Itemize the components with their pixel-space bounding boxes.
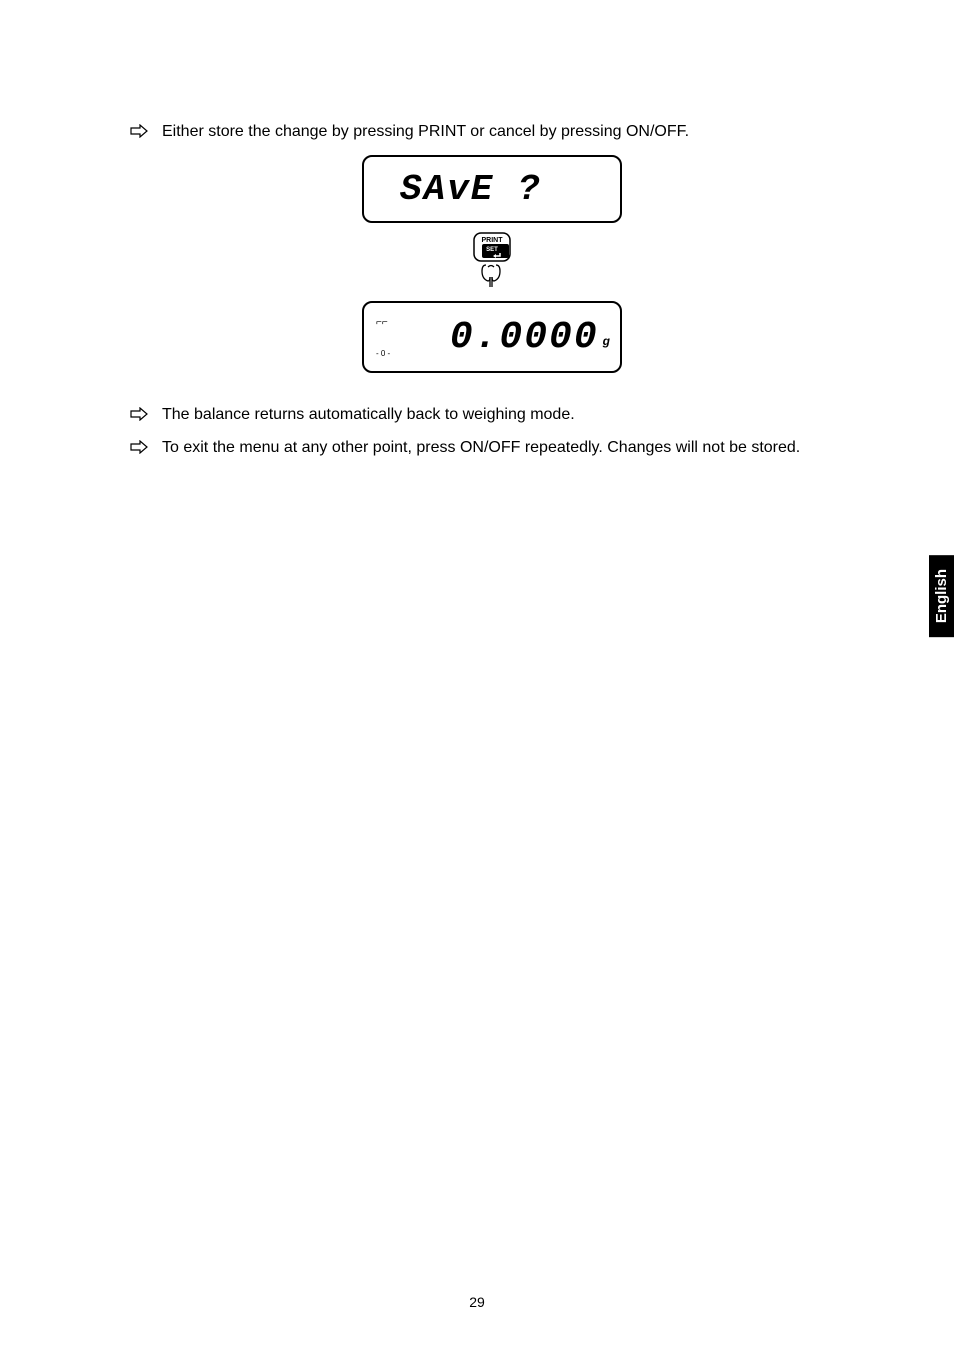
print-set-button-icon: PRINT SET — [468, 231, 516, 291]
instruction-3: To exit the menu at any other point, pre… — [150, 436, 800, 460]
lcd-display-save: SAvE ? — [362, 155, 622, 223]
lcd-indicators: ⌐⌐ - 0 - — [376, 317, 390, 359]
arrow-icon — [130, 436, 150, 461]
lcd-save-text: SAvE ? — [380, 169, 542, 210]
lcd-display-zero: ⌐⌐ - 0 - 0.0000 g — [362, 301, 622, 373]
language-tab: English — [929, 555, 954, 637]
lcd-unit: g — [603, 334, 610, 348]
page-number: 29 — [0, 1294, 954, 1310]
indicator-top: ⌐⌐ — [376, 317, 390, 329]
svg-text:PRINT: PRINT — [482, 237, 504, 244]
figure-displays: SAvE ? PRINT SET ⌐⌐ - 0 - 0.0000 g — [130, 155, 854, 373]
arrow-icon — [130, 403, 150, 428]
lcd-zero-value: 0.0000 — [450, 316, 599, 359]
instruction-2: The balance returns automatically back t… — [150, 403, 575, 427]
instruction-1: Either store the change by pressing PRIN… — [150, 120, 689, 144]
indicator-bottom: - 0 - — [376, 349, 390, 359]
svg-text:SET: SET — [486, 247, 498, 253]
arrow-icon — [130, 120, 150, 145]
